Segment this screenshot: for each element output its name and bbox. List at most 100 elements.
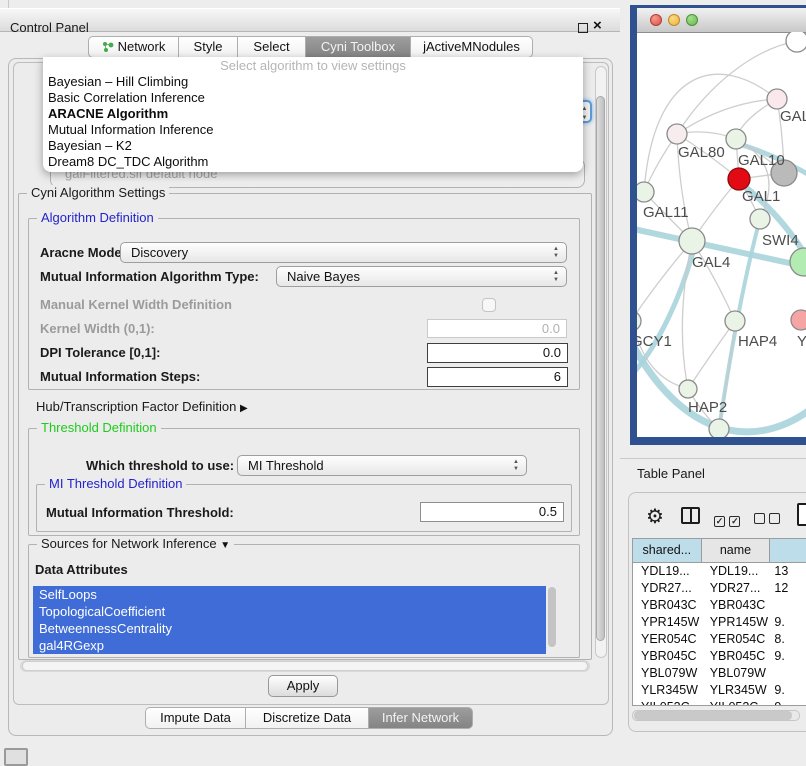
column-header[interactable] [770,539,806,562]
which-threshold-combo[interactable]: MI Threshold ▲▼ [237,455,527,476]
mi-type-label: Mutual Information Algorithm Type: [40,269,259,284]
tab-jactivemnodules[interactable]: jActiveMNodules [410,36,533,58]
table-row[interactable]: YDL19...YDL19...13 [633,563,806,580]
checked-boxes-icon[interactable]: ✓ ✓ [714,511,740,529]
table-body: YDL19...YDL19...13YDR27...YDR27...12YBR0… [633,563,806,706]
column-header[interactable]: shared... [633,539,702,562]
algorithm-option[interactable]: ARACNE Algorithm [43,106,583,122]
tab-style[interactable]: Style [178,36,237,58]
network-node[interactable] [786,32,806,52]
network-node[interactable] [767,89,787,109]
algorithm-list: Bayesian – Hill ClimbingBasic Correlatio… [43,74,583,170]
algorithm-option[interactable]: Bayesian – Hill Climbing [43,74,583,90]
table-hscrollbar-thumb[interactable] [634,711,792,720]
settings-scrollbar-thumb[interactable] [596,96,605,641]
table-cell: YIL052C [633,699,702,706]
network-node[interactable] [667,124,687,144]
network-window-titlebar[interactable] [637,8,806,33]
network-node[interactable] [637,182,654,202]
table-cell [770,665,806,682]
network-node[interactable] [725,311,745,331]
table-row[interactable]: YDR27...YDR27...12 [633,580,806,597]
tab-impute-data[interactable]: Impute Data [145,707,245,729]
table-cell: 8. [770,631,806,648]
algorithm-option[interactable]: Mutual Information Inference [43,122,583,138]
sources-expander[interactable]: Sources for Network Inference ▼ [37,536,234,551]
network-canvas[interactable]: GALGAL80GAL10GAL1GAL11SWI4GAL4GCY1HAP4YH… [637,32,806,437]
network-node[interactable] [679,228,705,254]
mi-steps-field[interactable]: 6 [427,367,568,387]
table-cell: YIL052C [702,699,771,706]
table-cell: YLR345W [702,682,771,699]
tab-discretize-data[interactable]: Discretize Data [245,707,368,729]
table-row[interactable]: YBR043CYBR043C [633,597,806,614]
attribute-item[interactable]: TopologicalCoefficient [33,603,546,620]
attribute-item[interactable]: SelfLoops [33,586,546,603]
control-panel-tab-bar: Network Style Select Cyni Toolbox jActiv… [88,36,533,58]
mi-threshold-field[interactable]: 0.5 [420,502,564,522]
node-label: Y [797,333,806,350]
tab-infer-network[interactable]: Infer Network [368,707,473,729]
data-attributes-label: Data Attributes [35,562,128,577]
unchecked-boxes-icon[interactable] [754,511,780,529]
panel-dock-icon[interactable] [4,748,28,766]
node-label: SWI4 [762,232,799,249]
network-node[interactable] [709,419,729,437]
algorithm-option[interactable]: Bayesian – K2 [43,138,583,154]
aracne-mode-label: Aracne Mode: [40,245,126,260]
kernel-width-field[interactable]: 0.0 [427,319,567,338]
table-row[interactable]: YPR145WYPR145W9. [633,614,806,631]
column-header[interactable]: name [702,539,771,562]
tab-network[interactable]: Network [88,36,178,58]
data-attributes-list[interactable]: SelfLoopsTopologicalCoefficientBetweenne… [33,586,546,654]
which-threshold-label: Which threshold to use: [86,458,231,473]
zoom-traffic-light[interactable] [686,14,698,26]
chevron-updown-icon: ▲▼ [553,270,559,284]
network-node[interactable] [637,311,641,331]
manual-kernel-checkbox[interactable] [482,298,496,312]
attributes-scrollbar-thumb[interactable] [548,587,556,647]
tab-select[interactable]: Select [237,36,305,58]
node-label: GAL10 [738,152,785,169]
node-label: GCY1 [637,333,672,350]
close-icon[interactable]: × [593,17,602,34]
table-cell [770,597,806,614]
tab-cyni-toolbox[interactable]: Cyni Toolbox [305,36,410,58]
document-icon[interactable] [797,503,806,526]
network-node[interactable] [679,380,697,398]
attribute-item[interactable]: gal4RGexp [33,637,546,654]
float-window-icon[interactable] [578,23,588,33]
divider [620,458,806,459]
table-row[interactable]: YBR045CYBR045C9. [633,648,806,665]
table-cell: 9 [770,699,806,706]
network-node[interactable] [750,209,770,229]
node-label: GAL [780,108,806,125]
minimize-traffic-light[interactable] [668,14,680,26]
settings-hscrollbar-thumb[interactable] [22,661,588,671]
table-cell: YDL19... [702,563,771,580]
split-columns-icon[interactable] [681,507,700,524]
algorithm-option[interactable]: Dream8 DC_TDC Algorithm [43,154,583,170]
mi-algorithm-type-combo[interactable]: Naive Bayes ▲▼ [276,266,567,287]
apply-button[interactable]: Apply [268,675,338,697]
table-row[interactable]: YIL052CYIL052C9 [633,699,806,706]
network-node[interactable] [791,310,806,330]
table-row[interactable]: YER054CYER054C8. [633,631,806,648]
hub-definition-expander[interactable]: Hub/Transcription Factor Definition ▶ [36,399,248,414]
table-row[interactable]: YLR345WYLR345W9. [633,682,806,699]
network-node[interactable] [790,248,806,276]
group-title: Threshold Definition [37,420,161,435]
network-node[interactable] [728,168,750,190]
close-traffic-light[interactable] [650,14,662,26]
table-cell: YPR145W [702,614,771,631]
gear-icon[interactable]: ⚙ [646,504,664,529]
chevron-updown-icon: ▲▼ [553,246,559,260]
network-node[interactable] [726,129,746,149]
dpi-tolerance-field[interactable]: 0.0 [427,343,568,363]
aracne-mode-combo[interactable]: Discovery ▲▼ [120,242,567,263]
table-cell: YDR27... [633,580,702,597]
table-cell: YER054C [702,631,771,648]
table-row[interactable]: YBL079WYBL079W [633,665,806,682]
algorithm-option[interactable]: Basic Correlation Inference [43,90,583,106]
attribute-item[interactable]: BetweennessCentrality [33,620,546,637]
